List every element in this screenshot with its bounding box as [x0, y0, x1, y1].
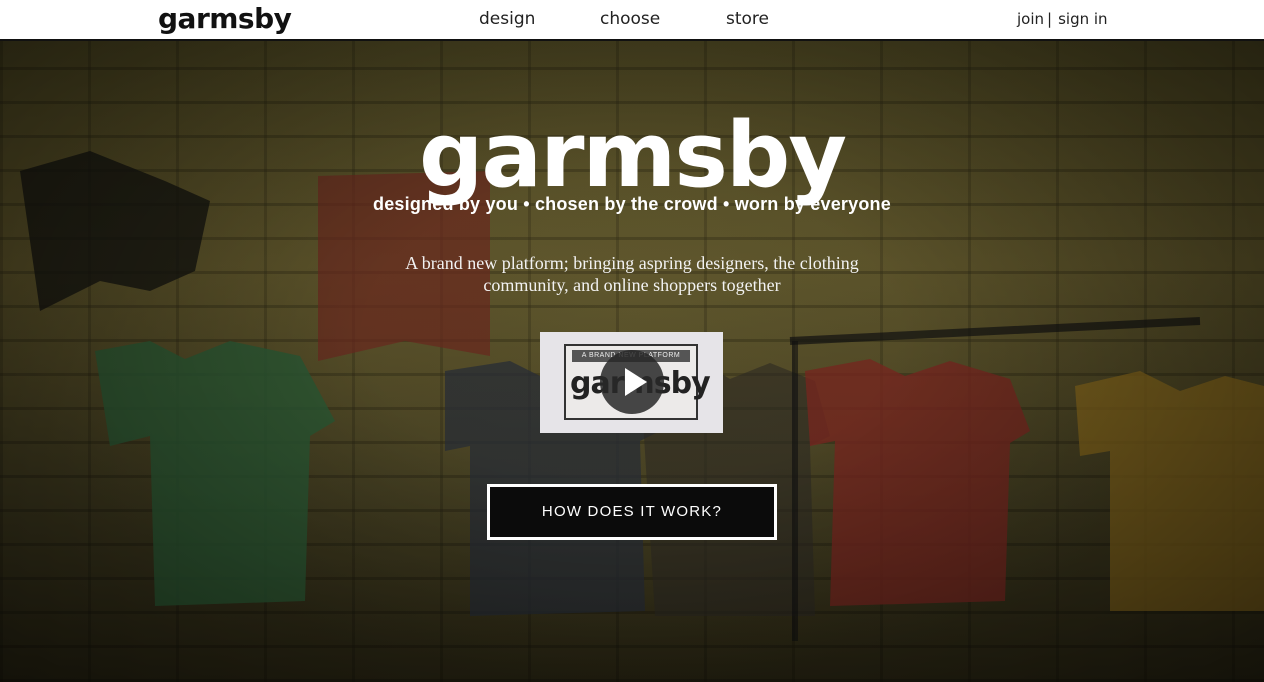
nav-link-store[interactable]: store — [726, 9, 769, 29]
hero-brand-title: garmsby — [419, 103, 847, 208]
sign-in-link[interactable]: sign in — [1058, 10, 1107, 28]
auth-links: join | sign in — [1017, 10, 1108, 28]
hero-description: A brand new platform; bringing aspring d… — [405, 253, 859, 295]
play-icon[interactable] — [600, 350, 664, 414]
nav-link-design[interactable]: design — [479, 9, 535, 29]
logo[interactable]: garmsby — [158, 2, 292, 36]
hero-section: garmsby designed by you • chosen by the … — [0, 41, 1264, 682]
intro-video-thumbnail[interactable]: A BRAND NEW PLATFORM garmsby — [540, 332, 723, 433]
how-does-it-work-button[interactable]: HOW DOES IT WORK? — [487, 484, 777, 540]
hero-tagline: designed by you • chosen by the crowd • … — [373, 194, 891, 214]
top-navigation-bar: garmsby design choose store join | sign in — [0, 0, 1264, 41]
auth-separator: | — [1047, 10, 1053, 28]
join-link[interactable]: join — [1017, 10, 1044, 28]
nav-link-choose[interactable]: choose — [600, 9, 660, 29]
